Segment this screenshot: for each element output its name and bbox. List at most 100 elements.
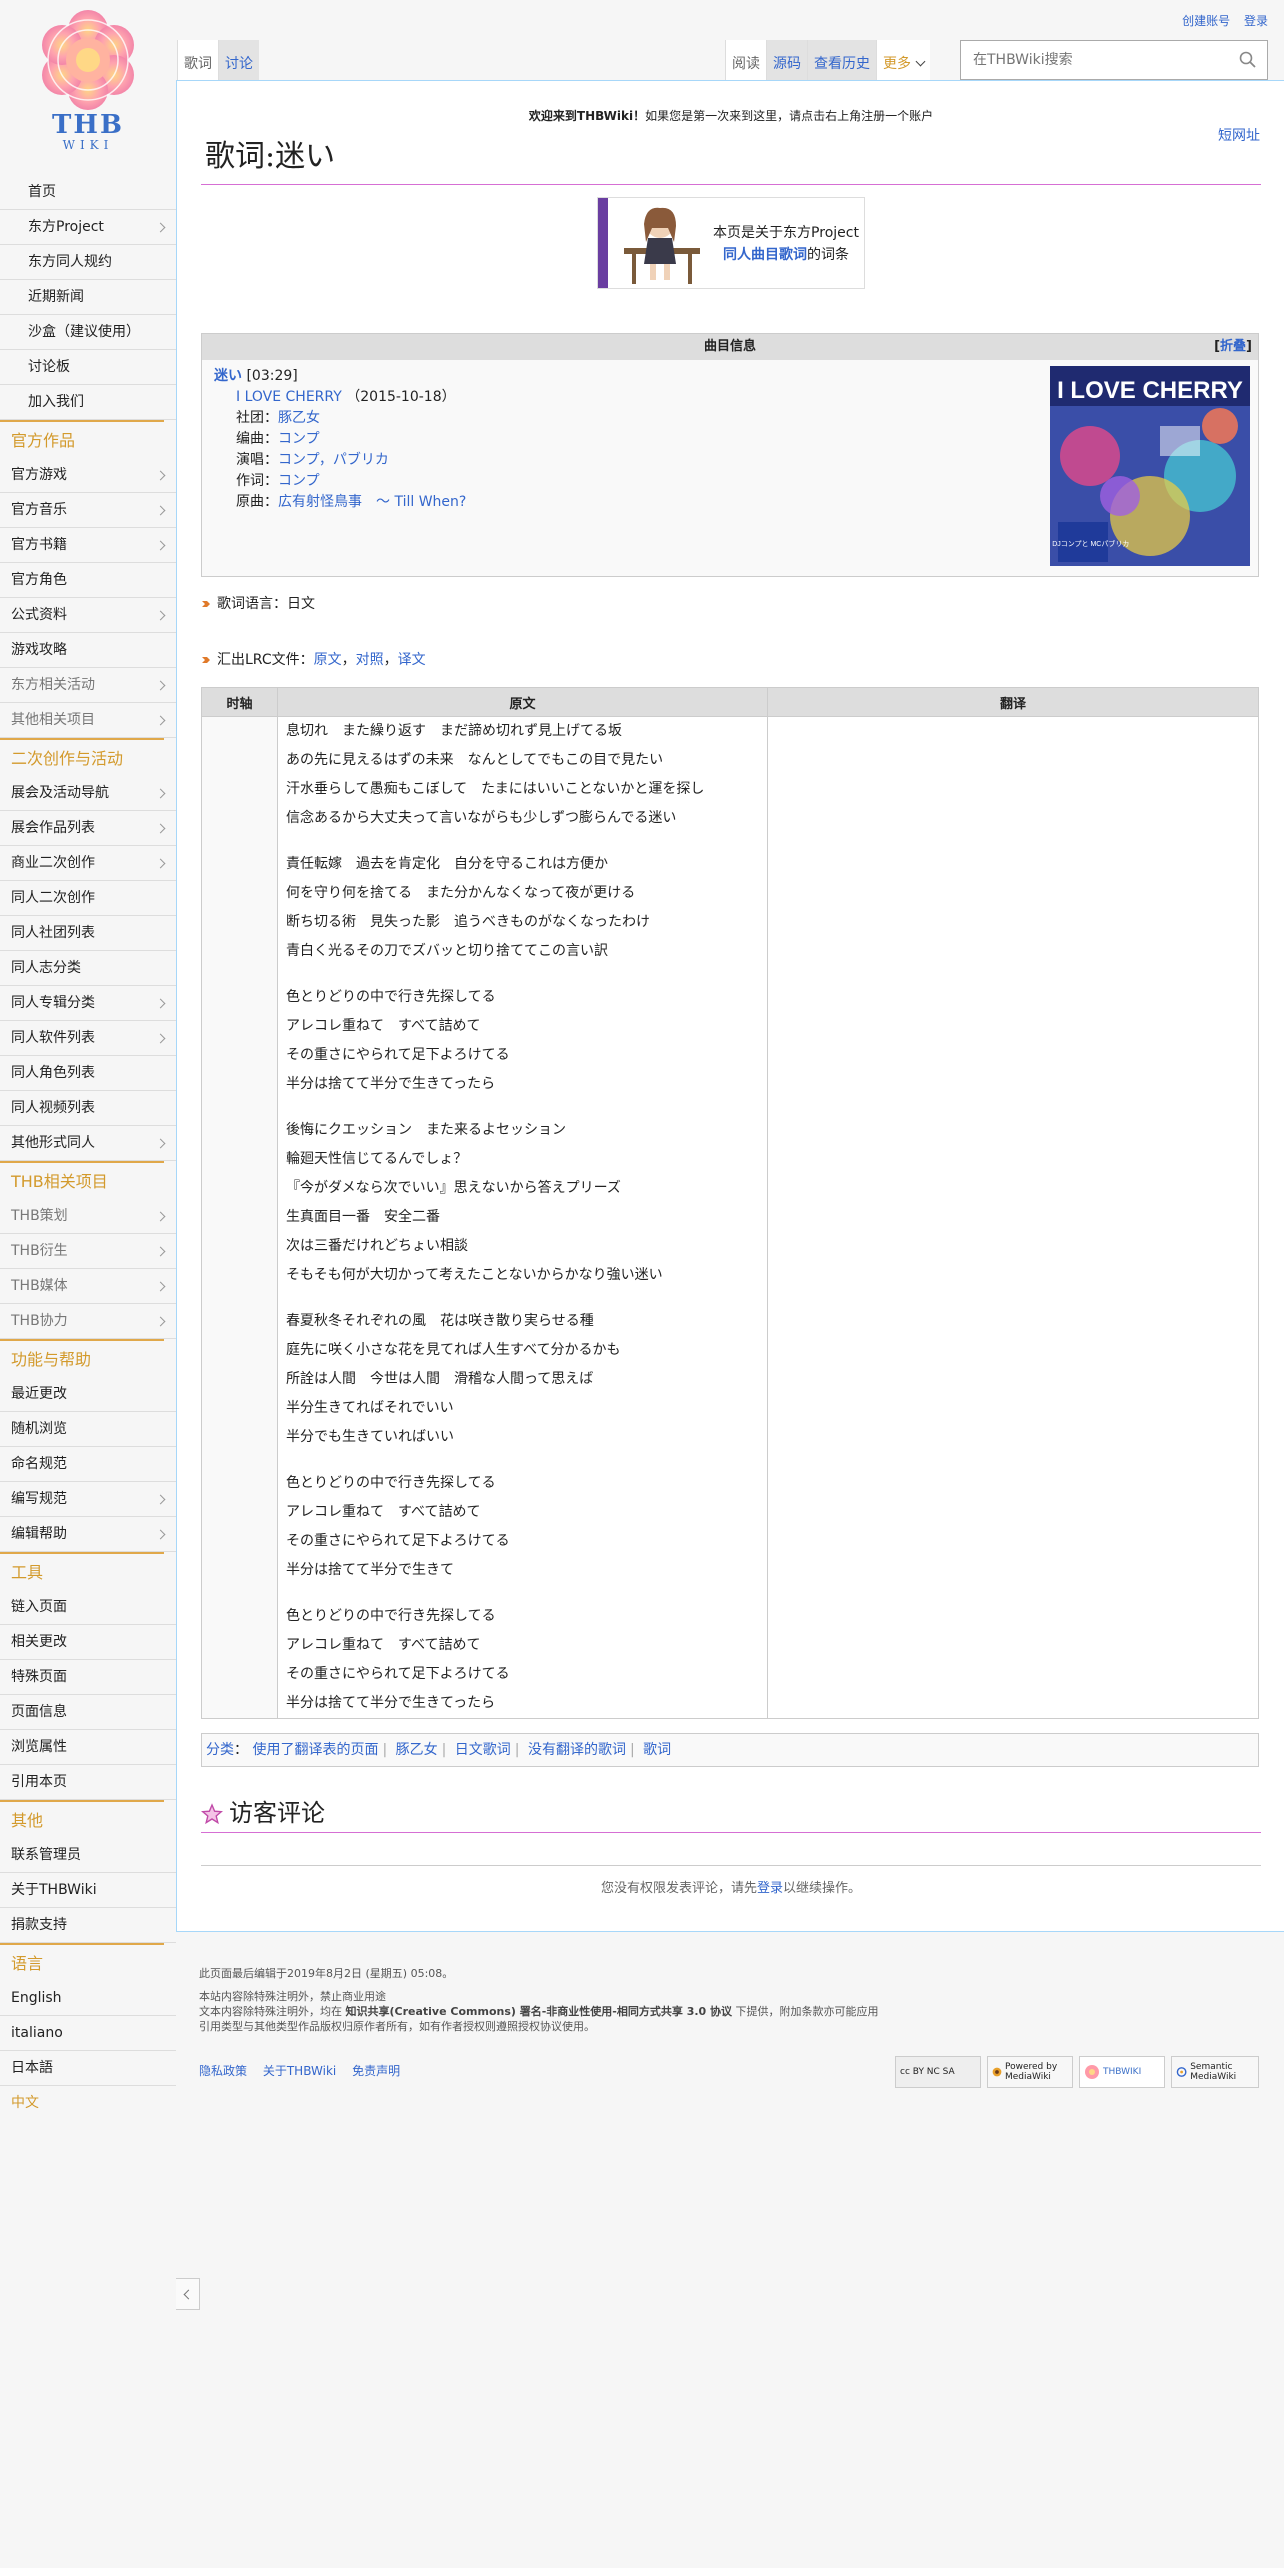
lyricist-link[interactable]: コンプ xyxy=(278,473,320,489)
nav-item-official-music[interactable]: 官方音乐 xyxy=(0,493,176,528)
album-cover-image[interactable]: I LOVE CHERRY feat. DJコンプと MCパブリカ xyxy=(1050,366,1250,566)
cc-license-link[interactable]: 知识共享(Creative Commons) 署名-非商业性使用-相同方式共享 … xyxy=(346,2005,733,2018)
nav-item-contact[interactable]: 联系管理员 xyxy=(0,1838,176,1873)
album-link[interactable]: I LOVE CHERRY xyxy=(236,389,342,405)
about-link[interactable]: 关于THBWiki xyxy=(263,2064,336,2078)
nav-item-related-changes[interactable]: 相关更改 xyxy=(0,1625,176,1660)
lrc-compare-link[interactable]: 对照 xyxy=(356,652,384,668)
nav-item-official-games[interactable]: 官方游戏 xyxy=(0,458,176,493)
nav-item-page-info[interactable]: 页面信息 xyxy=(0,1695,176,1730)
nav-item-videos[interactable]: 同人视频列表 xyxy=(0,1091,176,1126)
tab-read[interactable]: 阅读 xyxy=(725,40,766,80)
search-input[interactable] xyxy=(961,41,1221,79)
sidebar-collapse-button[interactable] xyxy=(176,2278,200,2310)
nav-item-official-materials[interactable]: 公式资料 xyxy=(0,598,176,633)
main-content: 欢迎来到THBWiki！如果您是第一次来到这里，请点击右上角注册一个账户 短网址… xyxy=(176,80,1284,1932)
category-link[interactable]: 歌词 xyxy=(643,1742,671,1758)
create-account-link[interactable]: 创建账号 xyxy=(1182,14,1230,28)
nav-item-cite[interactable]: 引用本页 xyxy=(0,1765,176,1800)
tab-lyrics[interactable]: 歌词 xyxy=(177,40,218,80)
category-link[interactable]: 没有翻译的歌词 xyxy=(528,1742,626,1758)
tab-more[interactable]: 更多 xyxy=(876,40,930,80)
nav-item-official-books[interactable]: 官方书籍 xyxy=(0,528,176,563)
lrc-original-link[interactable]: 原文 xyxy=(314,652,342,668)
nav-item-writing-guide[interactable]: 编写规范 xyxy=(0,1482,176,1517)
doujin-lyrics-link[interactable]: 同人曲目歌词 xyxy=(723,247,807,263)
arranger-link[interactable]: コンプ xyxy=(278,431,320,447)
nav-item-lang-japanese[interactable]: 日本語 xyxy=(0,2051,176,2086)
nav-item-thb-derived[interactable]: THB衍生 xyxy=(0,1234,176,1269)
nav-item-doujin-rules[interactable]: 东方同人规约 xyxy=(0,245,176,280)
category-link[interactable]: 日文歌词 xyxy=(455,1742,511,1758)
nav-item-home[interactable]: 首页 xyxy=(0,175,176,210)
original-tune-link[interactable]: ～ Till When? xyxy=(376,494,466,510)
nav-item-doujin-characters[interactable]: 同人角色列表 xyxy=(0,1056,176,1091)
nav-item-donate[interactable]: 捐款支持 xyxy=(0,1908,176,1943)
thbwiki-badge[interactable]: THBWIKI xyxy=(1079,2056,1165,2088)
nav-item-doujinshi[interactable]: 同人志分类 xyxy=(0,951,176,986)
tab-talk[interactable]: 讨论 xyxy=(218,40,259,80)
login-link[interactable]: 登录 xyxy=(1244,14,1268,28)
site-logo[interactable]: THB WIKI xyxy=(30,8,146,158)
disclaimer-link[interactable]: 免责声明 xyxy=(352,2064,400,2078)
nav-item-other-forms[interactable]: 其他形式同人 xyxy=(0,1126,176,1161)
nav-item-join[interactable]: 加入我们 xyxy=(0,385,176,420)
nav-item-official-characters[interactable]: 官方角色 xyxy=(0,563,176,598)
cc-badge[interactable]: cc BY NC SA xyxy=(895,2056,981,2088)
nav-item-random[interactable]: 随机浏览 xyxy=(0,1412,176,1447)
nav-item-thb-coop[interactable]: THB协力 xyxy=(0,1304,176,1339)
nav-item-whatlinkshere[interactable]: 链入页面 xyxy=(0,1590,176,1625)
chevron-right-icon xyxy=(155,1138,166,1149)
nav-item-lang-english[interactable]: English xyxy=(0,1981,176,2016)
flower-logo-icon xyxy=(42,10,134,110)
nav-item-event-nav[interactable]: 展会及活动导航 xyxy=(0,776,176,811)
vocal-links[interactable]: コンプ，パブリカ xyxy=(278,452,389,468)
nav-item-edit-help[interactable]: 编辑帮助 xyxy=(0,1517,176,1552)
category-link[interactable]: 使用了翻译表的页面 xyxy=(252,1742,378,1758)
nav-item-lang-chinese[interactable]: 中文 xyxy=(0,2086,176,2121)
nav-item-circles[interactable]: 同人社团列表 xyxy=(0,916,176,951)
smw-badge[interactable]: Semantic MediaWiki xyxy=(1171,2056,1259,2088)
nav-item-event-works[interactable]: 展会作品列表 xyxy=(0,811,176,846)
lyric-line: 次は三番だけれどちょい相談 xyxy=(286,1238,468,1254)
nav-item-thb-plan[interactable]: THB策划 xyxy=(0,1199,176,1234)
nav-item-sandbox[interactable]: 沙盒（建议使用） xyxy=(0,315,176,350)
nav-item-about[interactable]: 关于THBWiki xyxy=(0,1873,176,1908)
nav-item-game-guides[interactable]: 游戏攻略 xyxy=(0,633,176,668)
mediawiki-badge[interactable]: Powered by MediaWiki xyxy=(987,2056,1073,2088)
song-title-link[interactable]: 迷い xyxy=(214,368,242,384)
nav-item-browse-properties[interactable]: 浏览属性 xyxy=(0,1730,176,1765)
lrc-label: 汇出LRC文件： xyxy=(217,652,314,668)
original-game-link[interactable]: 広有射怪鳥事 xyxy=(278,494,362,510)
nav-item-label: 官方音乐 xyxy=(11,502,67,518)
category-label-link[interactable]: 分类 xyxy=(206,1742,234,1758)
nav-item-naming[interactable]: 命名规范 xyxy=(0,1447,176,1482)
collapse-toggle[interactable]: [折叠] xyxy=(1214,334,1252,360)
nav-item-touhou-project[interactable]: 东方Project xyxy=(0,210,176,245)
nav-item-news[interactable]: 近期新闻 xyxy=(0,280,176,315)
lyrics-table: 时轴 原文 翻译 息切れ また繰り返す まだ諦め切れず見上げてる坂 あの先に見える… xyxy=(201,687,1259,1719)
album-cover-art-icon: I LOVE CHERRY feat. DJコンプと MCパブリカ xyxy=(1050,366,1250,566)
nav-item-lang-italiano[interactable]: italiano xyxy=(0,2016,176,2051)
nav-item-thb-media[interactable]: THB媒体 xyxy=(0,1269,176,1304)
nav-item-other-projects[interactable]: 其他相关项目 xyxy=(0,703,176,738)
tab-history[interactable]: 查看历史 xyxy=(807,40,876,80)
nav-item-touhou-events[interactable]: 东方相关活动 xyxy=(0,668,176,703)
nav-item-special-pages[interactable]: 特殊页面 xyxy=(0,1660,176,1695)
nav-item-albums[interactable]: 同人专辑分类 xyxy=(0,986,176,1021)
nav-item-recent-changes[interactable]: 最近更改 xyxy=(0,1377,176,1412)
nav-item-software[interactable]: 同人软件列表 xyxy=(0,1021,176,1056)
lyricist-label: 作词： xyxy=(236,473,278,489)
tab-source[interactable]: 源码 xyxy=(766,40,807,80)
nav-item-commercial[interactable]: 商业二次创作 xyxy=(0,846,176,881)
circle-link[interactable]: 豚乙女 xyxy=(278,410,320,426)
lyric-line: 庭先に咲く小さな花を見てれば人生すべて分かるかも xyxy=(286,1342,621,1358)
nav-item-doujin-derivative[interactable]: 同人二次创作 xyxy=(0,881,176,916)
privacy-link[interactable]: 隐私政策 xyxy=(199,2064,247,2078)
lrc-translation-link[interactable]: 译文 xyxy=(398,652,426,668)
category-link[interactable]: 豚乙女 xyxy=(396,1742,438,1758)
nav-item-forum[interactable]: 讨论板 xyxy=(0,350,176,385)
search-icon[interactable] xyxy=(1239,51,1257,69)
comment-login-link[interactable]: 登录 xyxy=(757,1881,783,1896)
chevron-right-icon xyxy=(155,1033,166,1044)
